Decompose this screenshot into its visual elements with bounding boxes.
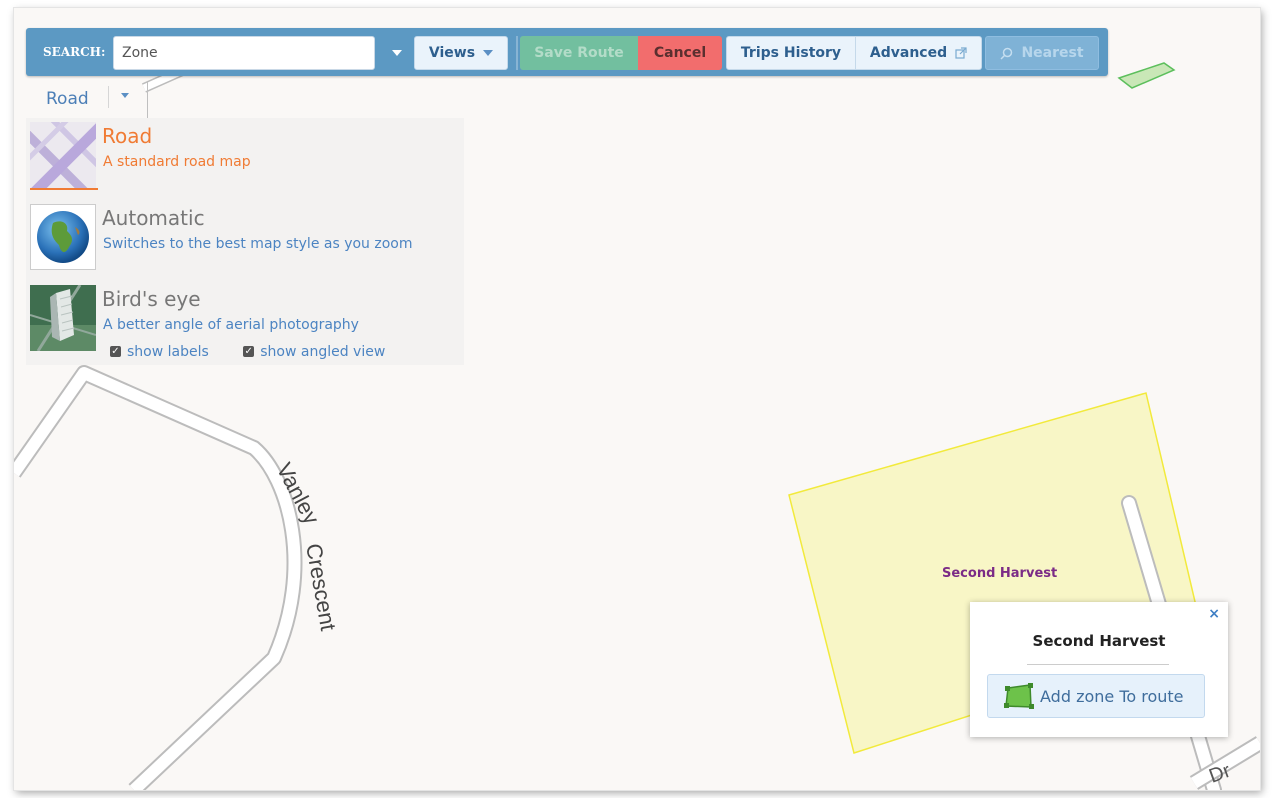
trips-history-button[interactable]: Trips History (726, 36, 856, 70)
map-style-selector[interactable]: Road (26, 82, 148, 118)
add-zone-to-route-button[interactable]: Add zone To route (987, 674, 1205, 718)
cancel-button[interactable]: Cancel (638, 36, 722, 70)
aerial-building-thumbnail (30, 285, 96, 351)
search-icon (1000, 47, 1013, 60)
zone-shape-icon (1004, 683, 1034, 709)
checkbox-label: show angled view (260, 343, 386, 360)
search-dropdown-button[interactable] (382, 36, 412, 70)
divider (1027, 664, 1169, 665)
road-vanley-crescent (14, 365, 303, 790)
map-style-panel: Road A standard road map Automatic Switc… (26, 118, 464, 365)
option-description: Switches to the best map style as you zo… (103, 236, 413, 252)
close-icon[interactable]: × (1208, 606, 1220, 622)
nearest-label: Nearest (1021, 45, 1084, 61)
map-style-option-automatic[interactable]: Automatic Switches to the best map style… (26, 200, 464, 276)
zone-polygon-green[interactable] (1117, 62, 1176, 89)
search-input[interactable] (113, 36, 375, 70)
advanced-button[interactable]: Advanced (856, 36, 982, 70)
selected-indicator (30, 188, 98, 190)
app-window: Dr Vanley Crescent Second Harvest SEARCH… (14, 8, 1260, 790)
show-angled-view-checkbox[interactable]: ✓ show angled view (243, 344, 385, 360)
views-label: Views (428, 45, 476, 61)
option-title: Road (102, 124, 153, 148)
checkbox-label: show labels (127, 343, 209, 360)
option-description: A standard road map (103, 154, 251, 170)
external-link-icon (955, 47, 967, 59)
zone-map-label[interactable]: Second Harvest (942, 566, 1057, 581)
map-style-current[interactable]: Road (46, 89, 89, 109)
show-labels-checkbox[interactable]: ✓ show labels (110, 344, 209, 360)
advanced-label: Advanced (869, 45, 948, 61)
views-button[interactable]: Views (414, 36, 508, 70)
nearest-button[interactable]: Nearest (985, 36, 1099, 70)
chevron-down-icon (483, 50, 494, 56)
divider (147, 82, 148, 118)
toolbar: SEARCH: Views Save Route Cancel Trips Hi… (26, 28, 1108, 76)
option-description: A better angle of aerial photography (103, 317, 359, 333)
street-label-crescent: Crescent (301, 542, 341, 633)
globe-thumbnail (30, 204, 96, 270)
option-title: Bird's eye (102, 287, 201, 311)
option-title: Automatic (102, 206, 205, 230)
checkbox-checked-icon: ✓ (243, 346, 255, 357)
checkbox-checked-icon: ✓ (110, 346, 121, 357)
popup-title: Second Harvest (1032, 632, 1166, 650)
map-style-option-road[interactable]: Road A standard road map (26, 118, 464, 194)
map-style-dropdown[interactable] (121, 93, 129, 98)
toolbar-divider (516, 36, 518, 70)
add-zone-label: Add zone To route (1040, 686, 1184, 706)
zone-info-popup: × Second Harvest Add zone To route (970, 602, 1228, 737)
search-label: SEARCH: (43, 45, 106, 59)
divider (108, 86, 109, 108)
birds-eye-options: ✓ show labels ✓ show angled view (110, 342, 415, 360)
save-route-button[interactable]: Save Route (520, 36, 638, 70)
chevron-down-icon (392, 50, 402, 56)
chevron-down-icon (121, 93, 129, 98)
road-map-thumbnail (30, 122, 96, 188)
